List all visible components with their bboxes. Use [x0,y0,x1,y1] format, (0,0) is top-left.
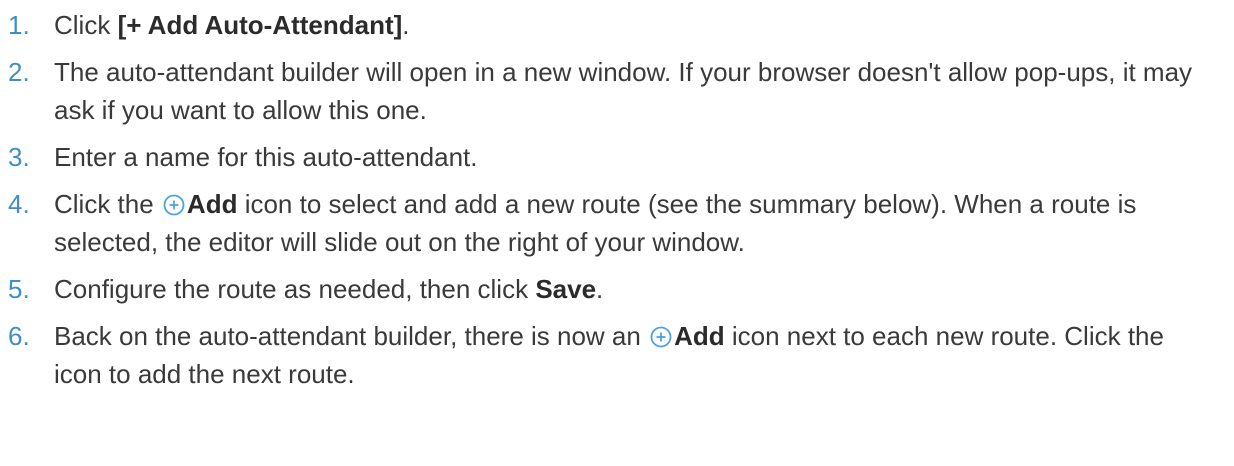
step-number: 3. [8,142,30,172]
step-text: Click [+ Add Auto-Attendant]. [54,10,410,40]
step-number: 2. [8,57,30,87]
plus-circle-icon [163,194,185,216]
step-5: 5. Configure the route as needed, then c… [8,270,1234,308]
step-text: The auto-attendant builder will open in … [54,57,1193,125]
step-text: Configure the route as needed, then clic… [54,274,604,304]
step-6: 6. Back on the auto-attendant builder, t… [8,317,1234,393]
add-label: Add [674,321,725,351]
step-text: Back on the auto-attendant builder, ther… [54,321,1164,389]
step-3: 3. Enter a name for this auto-attendant. [8,138,1234,176]
step-4: 4. Click the Add icon to select and add … [8,185,1234,261]
add-label: Add [186,189,238,219]
save-label: Save [535,274,597,304]
step-number: 4. [8,189,30,219]
step-number: 1. [8,10,30,40]
plus-circle-icon [650,326,672,348]
step-number: 5. [8,274,30,304]
step-1: 1. Click [+ Add Auto-Attendant]. [8,6,1234,44]
step-2: 2. The auto-attendant builder will open … [8,53,1234,129]
step-text: Enter a name for this auto-attendant. [54,142,478,172]
step-number: 6. [8,321,30,351]
step-text: Click the Add icon to select and add a n… [54,189,1137,257]
add-auto-attendant-button-label: [+ Add Auto-Attendant] [117,10,403,40]
instruction-steps: 1. Click [+ Add Auto-Attendant]. 2. The … [0,0,1234,393]
